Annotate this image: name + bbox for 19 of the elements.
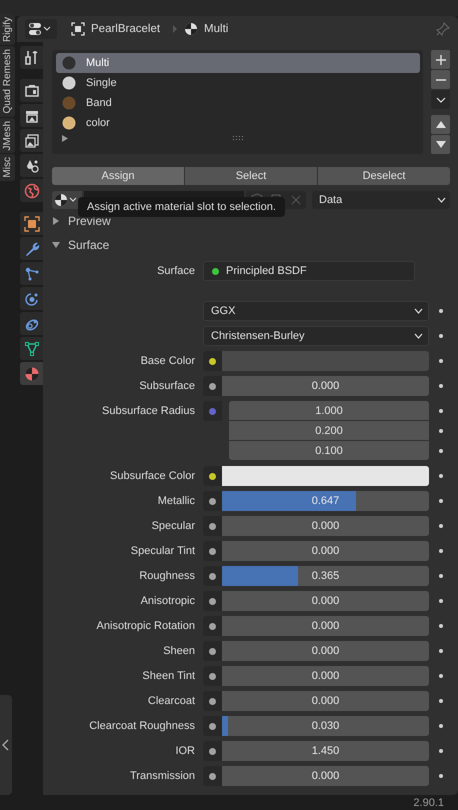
- property-label: Clearcoat Roughness: [88, 719, 196, 734]
- property-label: Surface: [156, 264, 196, 279]
- property-label: Anisotropic Rotation: [96, 619, 196, 634]
- tooltip: Assign active material slot to selection.: [78, 197, 285, 217]
- property-label: Clearcoat: [146, 694, 196, 709]
- property-label: Base Color: [140, 354, 196, 369]
- property-label: Sheen: [162, 644, 196, 659]
- property-label: Anisotropic: [140, 594, 196, 609]
- property-label: Sheen Tint: [141, 669, 196, 684]
- property-label: Roughness: [138, 569, 196, 584]
- property-label: Metallic: [156, 494, 196, 509]
- property-label: Transmission: [129, 769, 196, 784]
- property-label: Subsurface: [138, 379, 196, 394]
- property-label: Specular: [150, 519, 196, 534]
- property-label: Specular Tint: [130, 544, 196, 559]
- property-label: Subsurface Radius: [101, 404, 196, 419]
- version-label: 2.90.1: [413, 796, 444, 808]
- property-label: Subsurface Color: [109, 469, 196, 484]
- property-label: IOR: [174, 744, 196, 759]
